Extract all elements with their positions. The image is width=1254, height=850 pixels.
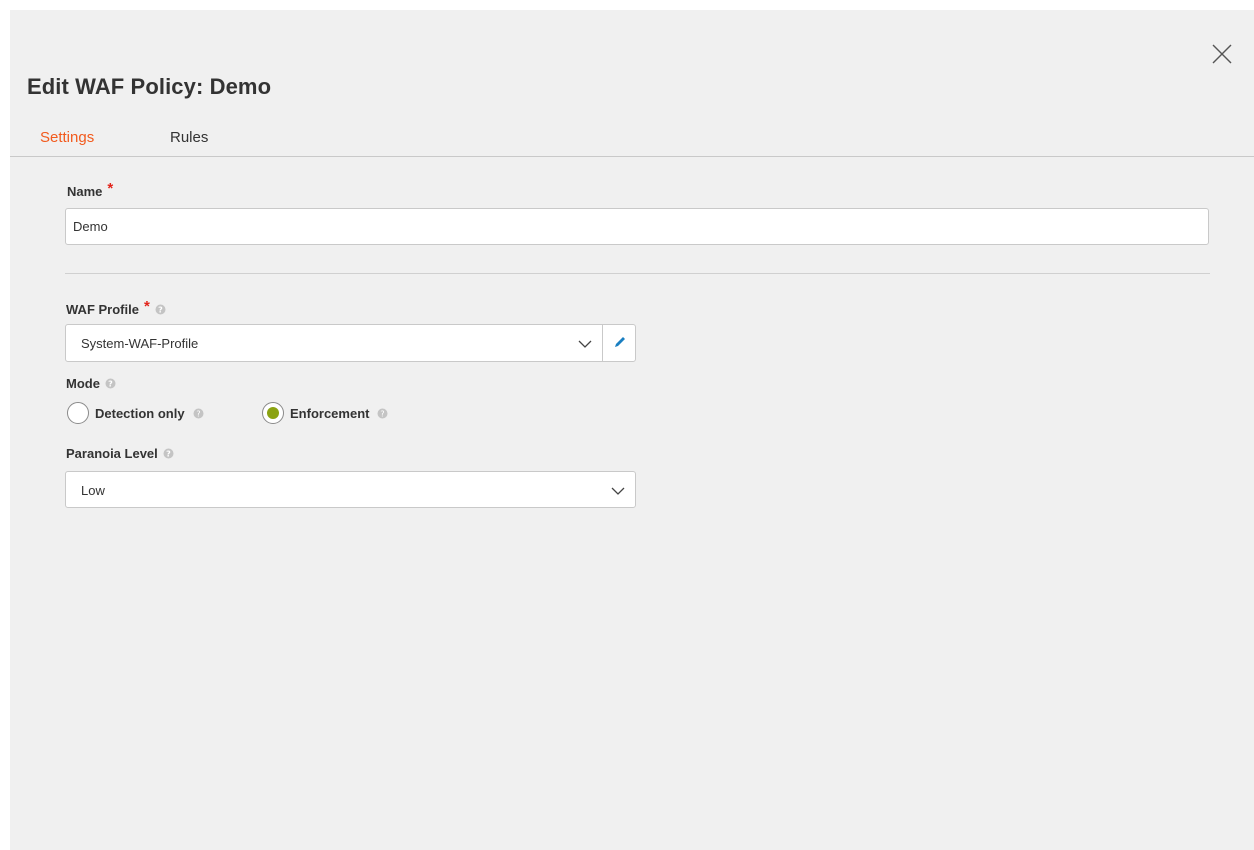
waf-profile-label: WAF Profile * ?: [66, 298, 166, 317]
svg-text:?: ?: [158, 305, 163, 314]
help-icon[interactable]: ?: [163, 448, 174, 459]
radio-enforcement[interactable]: Enforcement ?: [262, 402, 388, 424]
name-input[interactable]: [65, 208, 1209, 245]
section-divider: [65, 273, 1210, 274]
paranoia-level-select[interactable]: Low: [65, 471, 636, 508]
svg-text:?: ?: [381, 409, 385, 418]
radio-detection-only[interactable]: Detection only ?: [67, 402, 204, 424]
paranoia-level-label: Paranoia Level ?: [66, 446, 174, 461]
svg-text:?: ?: [196, 409, 200, 418]
dialog-title: Edit WAF Policy: Demo: [27, 74, 272, 99]
radio-button[interactable]: [67, 402, 89, 424]
chevron-down-icon: [578, 340, 592, 348]
tab-bar: Settings Rules: [10, 115, 1254, 157]
mode-label: Mode ?: [66, 376, 116, 391]
mode-label-text: Mode: [66, 376, 100, 391]
pencil-icon: [615, 337, 625, 347]
help-icon[interactable]: ?: [155, 304, 166, 315]
waf-profile-select[interactable]: System-WAF-Profile: [65, 324, 636, 362]
required-marker: *: [143, 298, 150, 315]
edit-waf-policy-dialog: Edit WAF Policy: Demo Settings Rules Nam…: [10, 10, 1254, 850]
tab-settings[interactable]: Settings: [40, 129, 94, 146]
waf-profile-selected-value: System-WAF-Profile: [81, 336, 199, 351]
waf-profile-label-text: WAF Profile: [66, 302, 139, 317]
help-icon[interactable]: ?: [377, 408, 388, 419]
close-icon: [1212, 44, 1232, 64]
radio-button[interactable]: [262, 402, 284, 424]
paranoia-level-selected-value: Low: [81, 483, 105, 498]
name-label-text: Name: [67, 184, 103, 199]
radio-label: Enforcement: [290, 405, 370, 421]
radio-label: Detection only: [95, 405, 185, 421]
required-marker: *: [107, 180, 114, 197]
tab-rules[interactable]: Rules: [170, 129, 208, 146]
radio-selected-dot: [267, 407, 279, 419]
edit-waf-profile-button[interactable]: [602, 324, 636, 362]
chevron-down-icon: [611, 487, 625, 495]
paranoia-level-label-text: Paranoia Level: [66, 446, 158, 461]
svg-text:?: ?: [108, 379, 113, 388]
svg-text:?: ?: [166, 449, 171, 458]
help-icon[interactable]: ?: [105, 378, 116, 389]
close-button[interactable]: [1208, 40, 1236, 68]
help-icon[interactable]: ?: [193, 408, 204, 419]
name-label: Name *: [67, 180, 114, 199]
